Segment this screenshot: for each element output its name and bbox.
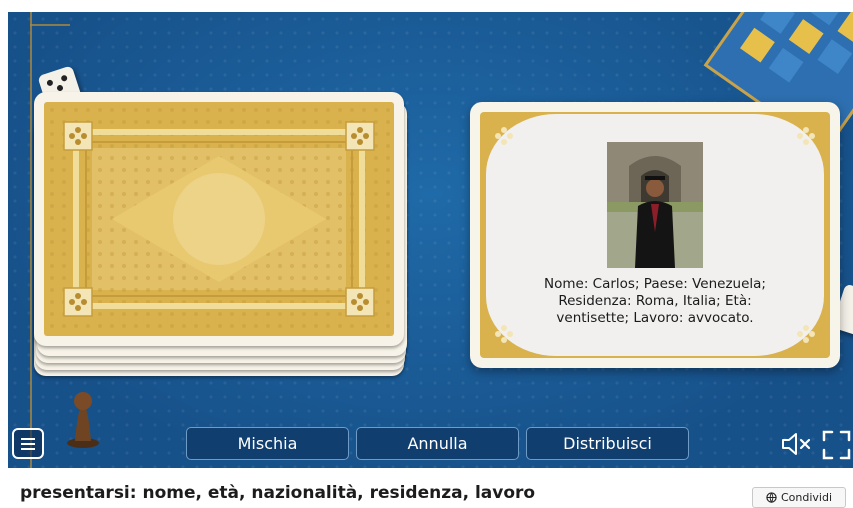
fullscreen-icon[interactable] — [820, 428, 853, 462]
face-up-card[interactable]: Nome: Carlos; Paese: Venezuela; Residenz… — [470, 102, 840, 368]
person-photo — [607, 142, 703, 268]
card-description: Nome: Carlos; Paese: Venezuela; Residenz… — [490, 276, 820, 327]
die-pip — [46, 79, 54, 87]
game-table: Nome: Carlos; Paese: Venezuela; Residenz… — [8, 12, 853, 468]
game-pawn — [67, 392, 99, 448]
card-description-line: ventisette; Lavoro: avvocato. — [556, 310, 754, 326]
deck-top-card-back — [34, 92, 404, 346]
menu-button[interactable] — [12, 428, 44, 459]
share-label: Condividi — [780, 491, 833, 504]
shuffle-button[interactable]: Mischia — [186, 427, 349, 460]
hamburger-menu-icon — [21, 448, 35, 450]
deal-button[interactable]: Distribuisci — [526, 427, 689, 460]
frame-line-top — [30, 24, 70, 26]
die-pip — [56, 84, 64, 92]
hamburger-menu-icon — [21, 438, 35, 440]
card-back-pattern — [44, 102, 394, 336]
undo-button[interactable]: Annulla — [356, 427, 519, 460]
share-button[interactable]: Condividi — [752, 487, 846, 508]
frame-line-left — [30, 12, 32, 468]
page-title: presentarsi: nome, età, nazionalità, res… — [20, 483, 536, 503]
globe-icon — [766, 492, 777, 503]
speaker-muted-icon[interactable] — [779, 430, 813, 458]
die-pip — [60, 74, 68, 83]
hamburger-menu-icon — [21, 443, 35, 445]
card-description-line: Residenza: Roma, Italia; Età: — [558, 293, 752, 309]
card-description-line: Nome: Carlos; Paese: Venezuela; — [544, 276, 766, 292]
